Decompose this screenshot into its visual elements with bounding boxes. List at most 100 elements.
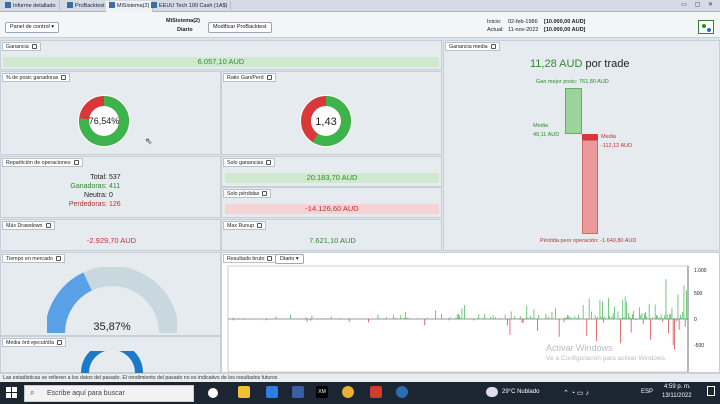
gain-bar <box>600 316 602 319</box>
pct-ganadoras-panel: % de posic ganadoras 76,54% ⇖ <box>0 71 221 155</box>
zoom-icon[interactable] <box>396 386 408 398</box>
gain-bar <box>665 279 667 319</box>
window-controls[interactable]: ▭ ▢ ✕ <box>681 1 716 8</box>
loss-bar <box>563 319 565 323</box>
gain-bar <box>555 308 556 319</box>
pin-icon[interactable] <box>262 191 268 196</box>
tiempo-mercado-panel: Tiempo en mercado 35,87% <box>0 252 221 336</box>
gain-bar <box>569 317 571 319</box>
pdf-icon[interactable] <box>370 386 382 398</box>
panel-title-text: Ratio Gan/Perd <box>227 75 264 81</box>
ganancia-panel: Ganancia 6.057,10 AUD <box>0 40 442 70</box>
gain-bar <box>638 318 639 319</box>
panel-dropdown[interactable]: Panel de control ▾ <box>5 22 60 33</box>
pin-icon[interactable] <box>267 256 273 261</box>
loss-bar <box>537 319 538 331</box>
task-view-icon[interactable] <box>208 388 218 398</box>
avg-loss-value: -112,12 AUD <box>601 143 633 149</box>
tab-bar: Informe detallado ProBacktest MiSistema(… <box>0 0 720 12</box>
max-runup-value: 7.621,10 AUD <box>309 236 356 245</box>
weather-text[interactable]: 29°C Nublado <box>502 389 539 395</box>
gain-bar <box>612 313 614 319</box>
gain-bar <box>441 314 442 319</box>
avg-win-label: Media <box>533 123 548 129</box>
reparticion-title: Repartición de operaciones <box>2 158 83 167</box>
file-explorer-icon[interactable] <box>238 386 250 398</box>
average-gain-line: 11,28 AUD por trade <box>530 58 629 70</box>
gain-bar <box>477 318 478 319</box>
clock-date[interactable]: 13/11/2022 <box>662 393 692 399</box>
taskbar-search-input[interactable]: Escribe aquí para buscar <box>24 385 194 402</box>
gain-bar <box>498 318 500 319</box>
period-dropdown[interactable]: Diario ▾ <box>275 254 304 264</box>
best-trade-label: Gan mejor posic: 761,80 AUD <box>536 79 609 85</box>
loss-bar <box>473 319 475 321</box>
gain-bar <box>526 305 528 319</box>
gain-bar <box>404 318 405 319</box>
gain-bar <box>652 317 654 319</box>
solo-ganancias-title: Solo ganancias <box>223 158 276 167</box>
gain-bar <box>305 317 307 319</box>
tab-misistema[interactable]: MiSistema(2) <box>106 1 154 12</box>
pin-icon[interactable] <box>257 223 263 228</box>
gain-bar <box>275 316 277 319</box>
tab-informe-detallado[interactable]: Informe detallado <box>2 1 60 12</box>
gain-bar <box>675 318 676 319</box>
tab-label: Informe detallado <box>13 3 56 9</box>
stats-icon[interactable] <box>698 20 714 34</box>
gain-bar <box>530 315 531 319</box>
panel-title-text: Ganancia <box>6 44 29 50</box>
store-icon[interactable] <box>266 386 278 398</box>
gain-bar <box>330 316 332 319</box>
pin-icon[interactable] <box>490 44 496 49</box>
clock-time[interactable]: 4:59 p. m. <box>664 384 691 390</box>
pin-icon[interactable] <box>31 44 37 49</box>
start-date: 02-feb-1986 <box>508 19 538 25</box>
pin-icon[interactable] <box>61 75 67 80</box>
gain-bar <box>574 316 576 319</box>
gain-bar <box>680 315 681 319</box>
loss-bar <box>521 319 523 323</box>
windows-start-icon[interactable] <box>6 387 17 398</box>
gain-bar <box>470 318 471 319</box>
loss-bar <box>678 319 680 330</box>
gain-bar <box>504 314 506 319</box>
solo-perdidas-title: Solo pérdidas <box>223 189 272 198</box>
media-ord-title: Media órd ejecut/día <box>2 338 66 347</box>
search-placeholder: Escribe aquí para buscar <box>47 390 125 397</box>
pin-icon[interactable] <box>55 256 61 261</box>
notifications-icon[interactable] <box>707 386 715 396</box>
pin-icon[interactable] <box>266 160 272 165</box>
loss-bar <box>620 319 621 344</box>
gain-bar <box>328 318 330 319</box>
modify-probacktest-button[interactable]: Modificar ProBacktest <box>208 22 272 33</box>
app-icon[interactable] <box>292 386 304 398</box>
gain-bar <box>449 317 451 319</box>
system-name: MiSistema(2) <box>166 18 200 24</box>
gain-bar <box>490 316 492 319</box>
tab-instrument[interactable]: EEUU Tech 100 Cash (1A$) <box>148 1 232 12</box>
time-in-market-value: 35,87% <box>93 321 131 333</box>
pin-icon[interactable] <box>73 160 79 165</box>
gain-bar <box>614 306 615 319</box>
chrome-icon[interactable] <box>342 386 354 398</box>
pin-icon[interactable] <box>57 340 62 345</box>
gain-bar <box>232 317 234 319</box>
tab-probacktest[interactable]: ProBacktest <box>64 1 109 12</box>
gain-bar <box>527 317 529 319</box>
gain-bar <box>461 308 463 319</box>
pin-icon[interactable] <box>45 223 51 228</box>
gain-bar <box>578 315 579 319</box>
gain-bar <box>483 318 484 319</box>
loss-bar <box>603 319 604 323</box>
xm-app-icon[interactable]: XM <box>316 386 328 398</box>
gain-bar <box>570 317 572 319</box>
ytick-label: -500 <box>694 343 704 349</box>
loss-bar <box>233 319 235 321</box>
language-indicator[interactable]: ESP <box>641 389 653 395</box>
gain-bar <box>669 314 670 319</box>
gain-bar <box>340 318 342 319</box>
tray-icons[interactable]: ⌃ ◔ ▭ ♪ <box>563 389 589 397</box>
gauge-fill <box>47 272 93 334</box>
pin-icon[interactable] <box>266 75 272 80</box>
